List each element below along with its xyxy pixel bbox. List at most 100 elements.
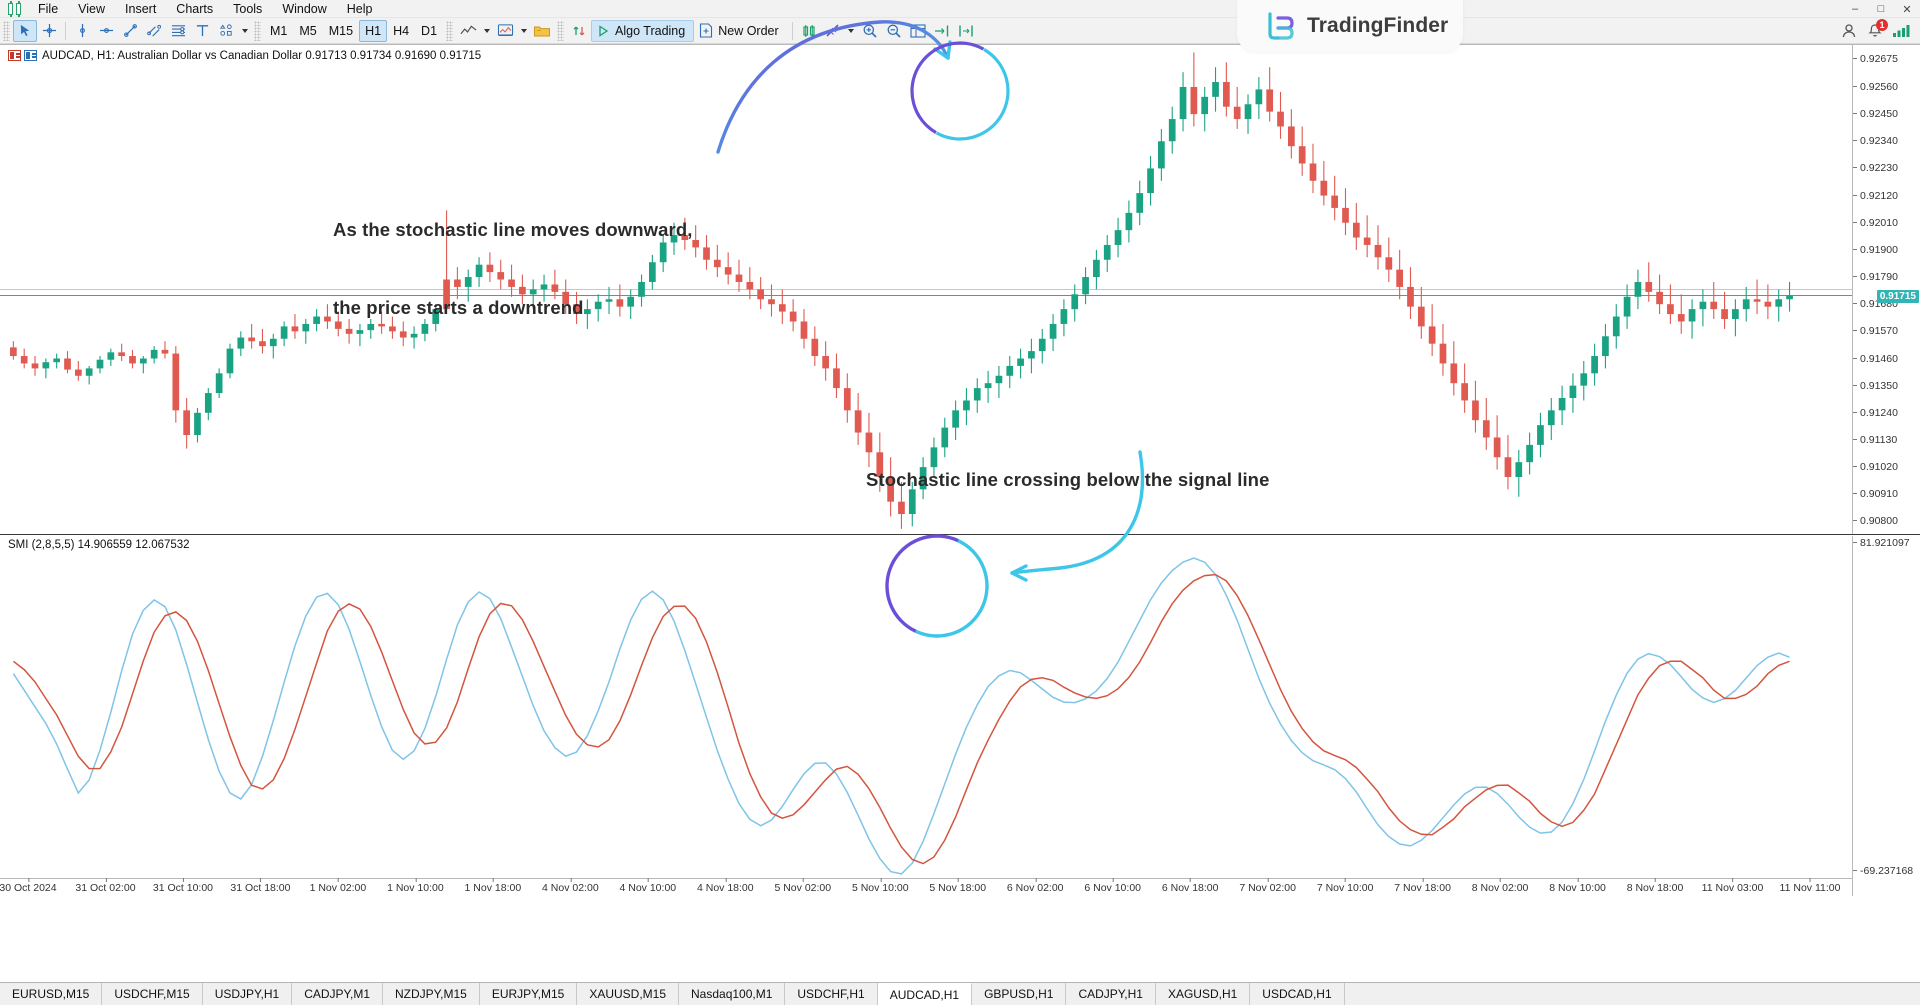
indicators-dropdown-caret-icon[interactable] xyxy=(517,20,530,42)
play-icon xyxy=(596,24,610,38)
timeframe-m1[interactable]: M1 xyxy=(264,20,293,42)
symbol-tab[interactable]: USDCAD,H1 xyxy=(1250,983,1344,1005)
price-tick: 0.90800 xyxy=(1853,516,1920,526)
candle-body xyxy=(97,360,104,369)
symbol-tab[interactable]: XAGUSD,H1 xyxy=(1156,983,1250,1005)
price-tick: 0.91570 xyxy=(1853,326,1920,336)
symbol-tab[interactable]: AUDCAD,H1 xyxy=(878,983,972,1005)
auto-scroll-button[interactable] xyxy=(930,20,954,42)
symbol-tab[interactable]: CADJPY,H1 xyxy=(1066,983,1155,1005)
menu-file[interactable]: File xyxy=(28,0,68,18)
menu-window[interactable]: Window xyxy=(272,0,336,18)
candle-body xyxy=(270,339,277,346)
timeframe-m15[interactable]: M15 xyxy=(323,20,359,42)
candle-body xyxy=(1505,457,1512,477)
zoom-out-button[interactable] xyxy=(882,20,906,42)
toolbar-grip[interactable] xyxy=(3,21,10,41)
timeframe-h1[interactable]: H1 xyxy=(359,20,387,42)
crosshair-cursor-button[interactable] xyxy=(821,20,845,42)
menu-view[interactable]: View xyxy=(68,0,115,18)
trendline-tool-button[interactable] xyxy=(118,20,142,42)
candle-body xyxy=(10,347,17,356)
cursor-dropdown-caret-icon[interactable] xyxy=(845,20,858,42)
connection-status-icon[interactable] xyxy=(1892,24,1912,38)
candle-body xyxy=(1461,383,1468,400)
candle-body xyxy=(768,299,775,304)
shapes-tool-button[interactable] xyxy=(214,20,238,42)
smi-main-line xyxy=(13,558,1789,874)
templates-folder-icon[interactable] xyxy=(530,20,554,42)
toolbar-grip-2[interactable] xyxy=(254,21,261,41)
notifications-icon[interactable]: 1 xyxy=(1866,22,1884,40)
symbol-tab[interactable]: GBPUSD,H1 xyxy=(972,983,1066,1005)
candle-body xyxy=(1624,297,1631,317)
candle-body xyxy=(1320,181,1327,196)
indicators-icon[interactable] xyxy=(493,20,517,42)
chart-type-dropdown-caret-icon[interactable] xyxy=(480,20,493,42)
crosshair-tool-button[interactable] xyxy=(37,20,61,42)
symbol-tab[interactable]: NZDJPY,M15 xyxy=(383,983,480,1005)
cursor-arrow-tool-button[interactable] xyxy=(13,20,37,42)
candle-body xyxy=(86,368,93,375)
tradingfinder-name: TradingFinder xyxy=(1307,14,1448,38)
minimize-button[interactable]: – xyxy=(1842,0,1868,18)
candle-body xyxy=(259,341,266,346)
candle-body xyxy=(107,352,114,359)
fibonacci-tool-button[interactable] xyxy=(166,20,190,42)
candle-body xyxy=(1613,317,1620,337)
menu-tools[interactable]: Tools xyxy=(223,0,272,18)
line-chart-icon[interactable] xyxy=(456,20,480,42)
vertical-line-tool-button[interactable] xyxy=(70,20,94,42)
price-tick: 0.91020 xyxy=(1853,462,1920,472)
one-click-trading-icon[interactable] xyxy=(567,20,591,42)
text-tool-button[interactable] xyxy=(190,20,214,42)
indicator-pane[interactable]: SMI (2,8,5,5) 14.906559 12.067532 81.921… xyxy=(0,536,1920,896)
candle-body xyxy=(1061,309,1068,324)
candle-body xyxy=(194,413,201,435)
candle-body xyxy=(1115,230,1122,245)
profile-icon[interactable] xyxy=(1840,22,1858,40)
time-tick: 11 Nov 03:00 xyxy=(1702,882,1764,894)
symbol-tab[interactable]: Nasdaq100,M1 xyxy=(679,983,785,1005)
zoom-in-button[interactable] xyxy=(858,20,882,42)
candle-body xyxy=(1342,208,1349,223)
maximize-button[interactable]: □ xyxy=(1868,0,1894,18)
candle-body xyxy=(692,240,699,247)
indicator-axis: 81.921097 -69.237168 xyxy=(1852,536,1920,896)
indicator-scale-bottom: -69.237168 xyxy=(1853,866,1920,876)
algo-trading-button[interactable]: Algo Trading xyxy=(591,20,694,42)
toolbar-grip-4[interactable] xyxy=(557,21,564,41)
symbol-icon-red xyxy=(8,50,21,61)
price-tick: 0.91790 xyxy=(1853,272,1920,282)
chart-shift-button[interactable] xyxy=(954,20,978,42)
candle-body xyxy=(1440,344,1447,364)
symbol-tab[interactable]: USDJPY,H1 xyxy=(203,983,292,1005)
close-button[interactable]: ✕ xyxy=(1894,0,1920,18)
price-tick: 0.92450 xyxy=(1853,109,1920,119)
symbol-tab[interactable]: EURJPY,M15 xyxy=(480,983,577,1005)
menu-charts[interactable]: Charts xyxy=(166,0,223,18)
candle-body xyxy=(64,359,71,370)
toolbar-grip-3[interactable] xyxy=(446,21,453,41)
new-order-button[interactable]: New Order xyxy=(694,20,787,42)
symbol-tab[interactable]: USDCHF,H1 xyxy=(785,983,877,1005)
tradingfinder-watermark: TradingFinder xyxy=(1237,0,1463,52)
symbol-tab[interactable]: XAUUSD,M15 xyxy=(577,983,679,1005)
menu-help[interactable]: Help xyxy=(337,0,383,18)
menu-insert[interactable]: Insert xyxy=(115,0,166,18)
timeframe-h4[interactable]: H4 xyxy=(387,20,415,42)
horizontal-line-tool-button[interactable] xyxy=(94,20,118,42)
equidistant-channel-tool-button[interactable] xyxy=(142,20,166,42)
timeframe-m5[interactable]: M5 xyxy=(293,20,322,42)
toolbar-separator xyxy=(65,22,66,40)
price-tick: 0.90910 xyxy=(1853,489,1920,499)
candles-view-button[interactable] xyxy=(797,20,821,42)
candle-body xyxy=(75,370,82,376)
symbol-tab[interactable]: EURUSD,M15 xyxy=(0,983,102,1005)
symbol-tab[interactable]: USDCHF,M15 xyxy=(102,983,202,1005)
shapes-dropdown-caret-icon[interactable] xyxy=(238,20,251,42)
data-window-button[interactable] xyxy=(906,20,930,42)
candle-body xyxy=(1754,299,1761,301)
symbol-tab[interactable]: CADJPY,M1 xyxy=(292,983,383,1005)
timeframe-d1[interactable]: D1 xyxy=(415,20,443,42)
